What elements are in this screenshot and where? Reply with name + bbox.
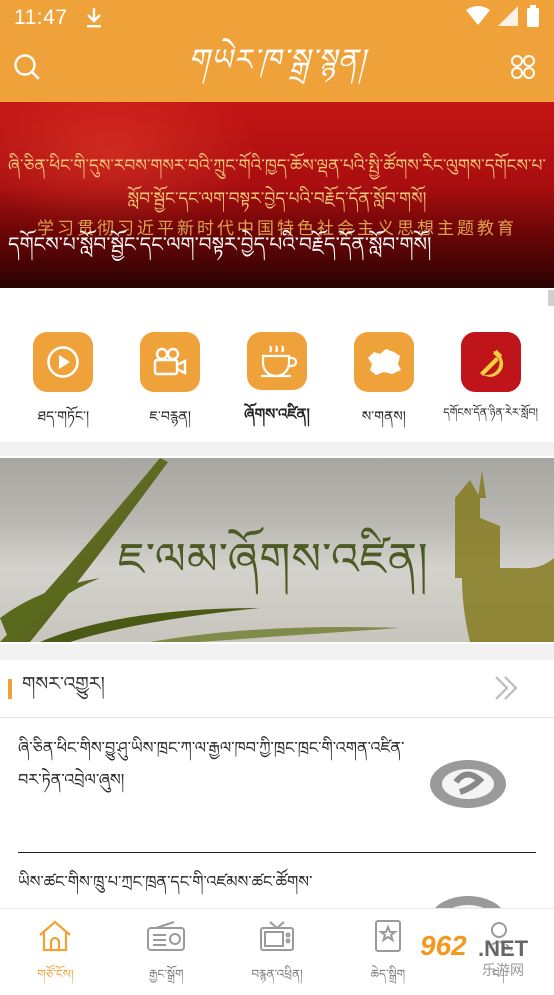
news-title: ཞི་ཅིན་ཕིང་གིས་བྱུ་ཤུ་ཡིས་ཁྲང་ཀ་ལ་རྒྱལ་ཁ… <box>18 738 405 789</box>
radio-icon <box>146 919 186 957</box>
news-title: ཡིས་ཚང་གིས་ཁྲུ་པ་ཀྲང་ཁྲན་དང་གི་འཛམས་ཚང་ཚ… <box>18 872 313 891</box>
home-icon <box>37 919 73 957</box>
tab-home[interactable]: གཙོ་ངོས། <box>0 909 111 984</box>
promo-title: ཇ་ལམ་ཞོགས་འཛིན། <box>118 534 429 585</box>
category-live[interactable]: ཐད་གཏོང་། <box>11 300 115 440</box>
promo-banner[interactable]: ཇ་ལམ་ཞོགས་འཛིན། <box>0 458 554 642</box>
news-separator <box>18 852 536 853</box>
map-icon <box>353 332 414 392</box>
status-time: 11:47 <box>14 6 68 29</box>
section-accent-bar <box>8 678 12 699</box>
category-label: ས་གནས། <box>361 409 406 425</box>
tab-label: གཙོ་ངོས། <box>37 967 74 981</box>
battery-icon <box>526 5 540 31</box>
category-video[interactable]: ཇ་བརྙན། <box>118 300 222 440</box>
video-camera-icon <box>140 332 201 392</box>
tab-label: རྒྱང་སྒྲོག <box>148 967 184 981</box>
tea-cup-icon <box>246 332 307 390</box>
tab-tv[interactable]: བརྙན་འཕྲིན། <box>222 909 333 984</box>
news-thumbnail-logo <box>426 888 510 908</box>
grid-icon <box>509 53 537 85</box>
category-row: ཐད་གཏོང་། ཇ་བརྙན། ཞོགས་འཛིན། ས་གནས། དགོང… <box>0 300 554 440</box>
search-button[interactable] <box>12 54 42 84</box>
news-thumbnail-logo <box>426 752 510 816</box>
category-label: དགོངས་དོན་ཉིན་རེར་སློབ། <box>443 406 538 419</box>
wifi-icon <box>466 6 490 30</box>
download-icon <box>84 6 104 30</box>
search-icon <box>13 53 41 85</box>
tab-radio[interactable]: རྒྱང་སྒྲོག <box>111 909 222 984</box>
category-morning-tea[interactable]: ཞོགས་འཛིན། <box>225 300 329 440</box>
watermark-domain: .NET <box>478 936 529 961</box>
status-right <box>466 5 540 31</box>
app-title: གཡེར་ཁ་སྒྲ་སྙན། <box>187 43 367 78</box>
tv-icon <box>259 919 295 957</box>
category-label: ཇ་བརྙན། <box>149 409 191 425</box>
watermark-text: 乐游网 <box>482 963 524 979</box>
banner-caption: དགོངས་པ་སློབ་སྦྱོང་དང་ལག་བསྟར་བྱེད་པའི་བ… <box>8 232 432 256</box>
play-icon <box>33 332 94 392</box>
category-label: ཐད་གཏོང་། <box>37 409 90 425</box>
news-item[interactable]: ཞི་ཅིན་ཕིང་གིས་བྱུ་ཤུ་ཡིས་ཁྲང་ཀ་ལ་རྒྱལ་ཁ… <box>0 720 554 852</box>
party-emblem-icon <box>460 332 521 392</box>
category-local[interactable]: ས་གནས། <box>332 300 436 440</box>
news-section-title: གསར་འགྱུར། <box>22 672 105 695</box>
bookmark-icon <box>373 919 403 957</box>
more-chevrons-icon[interactable] <box>492 674 520 706</box>
watermark-number: 962 <box>420 930 467 961</box>
menu-grid-button[interactable] <box>508 54 538 84</box>
top-banner[interactable]: ཞི་ཅིན་ཕིང་གི་དུས་རབས་གསར་བའི་ཀྲུང་གོའི་… <box>0 102 554 288</box>
tab-label: བརྙན་འཕྲིན། <box>251 967 303 981</box>
section-divider <box>0 442 554 456</box>
section-divider <box>0 644 554 660</box>
category-daily-study[interactable]: དགོངས་དོན་ཉིན་རེར་སློབ། <box>439 300 543 440</box>
tab-label: ཆེད་སྒྲིག <box>370 967 406 981</box>
category-label: ཞོགས་འཛིན། <box>244 405 310 423</box>
news-section-header: གསར་འགྱུར། <box>0 660 554 718</box>
app-header: གཡེར་ཁ་སྒྲ་སྙན། <box>0 36 554 102</box>
news-item[interactable]: ཡིས་ཚང་གིས་ཁྲུ་པ་ཀྲང་ཁྲན་དང་གི་འཛམས་ཚང་ཚ… <box>0 860 554 908</box>
signal-icon <box>498 6 518 30</box>
watermark: 962 .NET 乐游网 <box>408 930 548 980</box>
